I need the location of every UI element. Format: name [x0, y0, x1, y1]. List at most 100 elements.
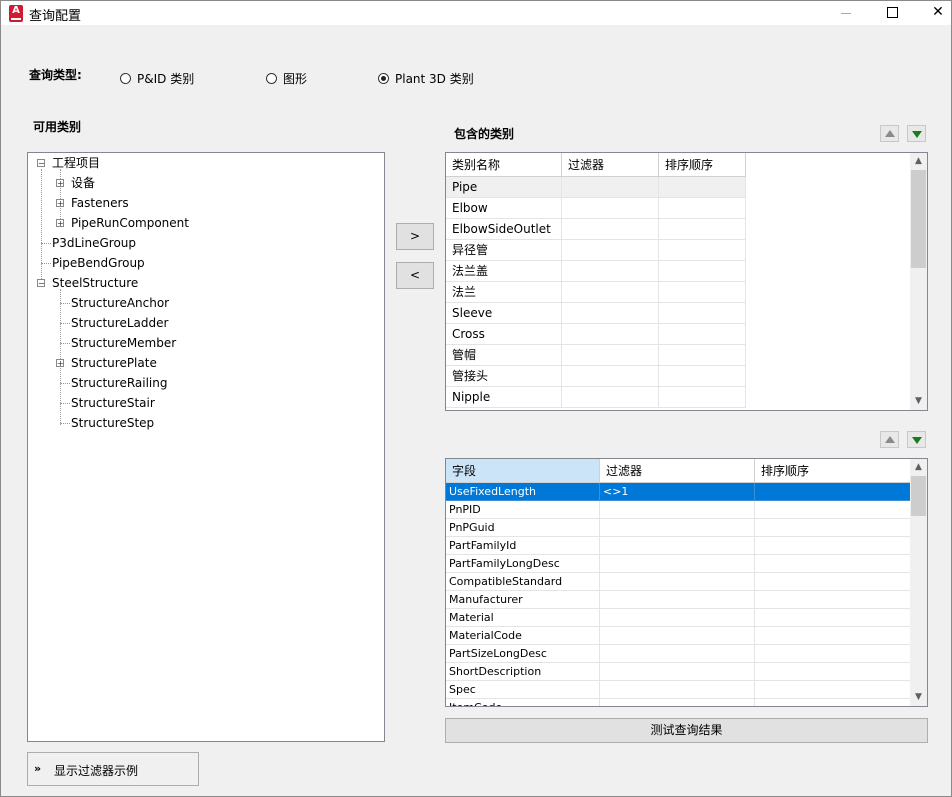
filter-cell[interactable]: [562, 282, 659, 303]
minimize-button[interactable]: [823, 1, 869, 25]
column-header-field[interactable]: 字段: [446, 459, 600, 483]
table-row[interactable]: 法兰: [446, 282, 746, 303]
tree-node-pipebendgroup[interactable]: PipeBendGroup: [52, 253, 145, 273]
close-button[interactable]: ✕: [915, 1, 952, 25]
radio-pid-category[interactable]: P&ID 类别: [120, 70, 194, 87]
category-name-cell[interactable]: Nipple: [446, 387, 562, 408]
sort-cell[interactable]: [755, 699, 912, 706]
category-name-cell[interactable]: 管帽: [446, 345, 562, 366]
sort-cell[interactable]: [755, 555, 912, 573]
filter-cell[interactable]: [562, 303, 659, 324]
sort-cell[interactable]: [755, 627, 912, 645]
field-cell[interactable]: MaterialCode: [446, 627, 600, 645]
filter-cell[interactable]: [562, 366, 659, 387]
fields-grid[interactable]: 字段 过滤器 排序顺序 UseFixedLength <>1 PnPID PnPGui…: [445, 458, 928, 707]
tree-node-structureladder[interactable]: StructureLadder: [71, 313, 168, 333]
field-move-up-button[interactable]: [880, 431, 899, 448]
table-row[interactable]: ShortDescription: [446, 663, 912, 681]
filter-cell[interactable]: [600, 519, 755, 537]
collapse-icon[interactable]: −: [37, 159, 45, 168]
filter-cell[interactable]: [600, 555, 755, 573]
filter-cell[interactable]: [600, 591, 755, 609]
included-categories-grid[interactable]: 类别名称 过滤器 排序顺序 Pipe Elbow ElbowSideOutlet 异径…: [445, 152, 928, 411]
sort-cell[interactable]: [755, 663, 912, 681]
sort-cell[interactable]: [755, 645, 912, 663]
field-cell[interactable]: PartFamilyLongDesc: [446, 555, 600, 573]
sort-order-cell[interactable]: [659, 387, 746, 408]
filter-cell[interactable]: [562, 261, 659, 282]
filter-cell[interactable]: [600, 663, 755, 681]
sort-cell[interactable]: [755, 681, 912, 699]
category-name-cell[interactable]: Cross: [446, 324, 562, 345]
field-cell[interactable]: Material: [446, 609, 600, 627]
collapse-icon[interactable]: −: [37, 279, 45, 288]
filter-cell[interactable]: [600, 609, 755, 627]
scroll-up-icon[interactable]: ▲: [910, 459, 927, 476]
radio-plant3d-category[interactable]: Plant 3D 类别: [378, 70, 474, 87]
table-row[interactable]: 管帽: [446, 345, 746, 366]
vertical-scrollbar[interactable]: ▲ ▼: [910, 459, 927, 706]
table-row[interactable]: PnPGuid: [446, 519, 912, 537]
move-down-button[interactable]: [907, 125, 926, 142]
maximize-button[interactable]: [869, 1, 915, 25]
table-row[interactable]: 异径管: [446, 240, 746, 261]
table-row[interactable]: Elbow: [446, 198, 746, 219]
filter-cell[interactable]: [562, 177, 659, 198]
sort-order-cell[interactable]: [659, 198, 746, 219]
column-header-filter[interactable]: 过滤器: [600, 459, 755, 483]
filter-cell[interactable]: [600, 627, 755, 645]
expand-icon[interactable]: +: [56, 179, 64, 188]
expand-icon[interactable]: +: [56, 359, 64, 368]
column-header-sort-order[interactable]: 排序顺序: [755, 459, 912, 483]
tree-node-p3dlinegroup[interactable]: P3dLineGroup: [52, 233, 136, 253]
sort-order-cell[interactable]: [659, 282, 746, 303]
category-name-cell[interactable]: 法兰: [446, 282, 562, 303]
table-row[interactable]: MaterialCode: [446, 627, 912, 645]
filter-cell[interactable]: [562, 240, 659, 261]
expand-icon[interactable]: +: [56, 219, 64, 228]
table-row[interactable]: 法兰盖: [446, 261, 746, 282]
expand-icon[interactable]: +: [56, 199, 64, 208]
filter-cell[interactable]: [562, 219, 659, 240]
category-name-cell[interactable]: Sleeve: [446, 303, 562, 324]
tree-node-structureanchor[interactable]: StructureAnchor: [71, 293, 169, 313]
sort-cell[interactable]: [755, 573, 912, 591]
scroll-down-icon[interactable]: ▼: [910, 393, 927, 410]
category-name-cell[interactable]: Pipe: [446, 177, 562, 198]
field-cell[interactable]: PnPID: [446, 501, 600, 519]
table-row[interactable]: PartFamilyLongDesc: [446, 555, 912, 573]
sort-cell[interactable]: [755, 519, 912, 537]
filter-cell[interactable]: [600, 645, 755, 663]
filter-cell[interactable]: [562, 345, 659, 366]
sort-cell[interactable]: [755, 501, 912, 519]
filter-cell[interactable]: <>1: [600, 483, 755, 501]
table-row[interactable]: Nipple: [446, 387, 746, 408]
show-filter-example-button[interactable]: » 显示过滤器示例: [27, 752, 199, 786]
table-row[interactable]: PartFamilyId: [446, 537, 912, 555]
sort-cell[interactable]: [755, 591, 912, 609]
field-cell[interactable]: Manufacturer: [446, 591, 600, 609]
field-cell[interactable]: PartFamilyId: [446, 537, 600, 555]
table-row[interactable]: 管接头: [446, 366, 746, 387]
category-name-cell[interactable]: 法兰盖: [446, 261, 562, 282]
table-row[interactable]: PnPID: [446, 501, 912, 519]
sort-order-cell[interactable]: [659, 366, 746, 387]
field-cell[interactable]: PartSizeLongDesc: [446, 645, 600, 663]
sort-cell[interactable]: [755, 609, 912, 627]
filter-cell[interactable]: [600, 681, 755, 699]
filter-cell[interactable]: [562, 198, 659, 219]
table-row[interactable]: Cross: [446, 324, 746, 345]
move-up-button[interactable]: [880, 125, 899, 142]
sort-order-cell[interactable]: [659, 240, 746, 261]
column-header-category-name[interactable]: 类别名称: [446, 153, 562, 177]
sort-order-cell[interactable]: [659, 219, 746, 240]
field-cell[interactable]: UseFixedLength: [446, 483, 600, 501]
available-categories-tree[interactable]: − 工程项目 + 设备 + Fasteners + PipeRunCompone…: [27, 152, 385, 742]
test-query-results-button[interactable]: 测试查询结果: [445, 718, 928, 743]
sort-cell[interactable]: [755, 483, 912, 501]
table-row[interactable]: UseFixedLength <>1: [446, 483, 912, 501]
field-cell[interactable]: ShortDescription: [446, 663, 600, 681]
field-cell[interactable]: Spec: [446, 681, 600, 699]
remove-category-button[interactable]: <: [396, 262, 434, 289]
tree-node-structurestair[interactable]: StructureStair: [71, 393, 155, 413]
